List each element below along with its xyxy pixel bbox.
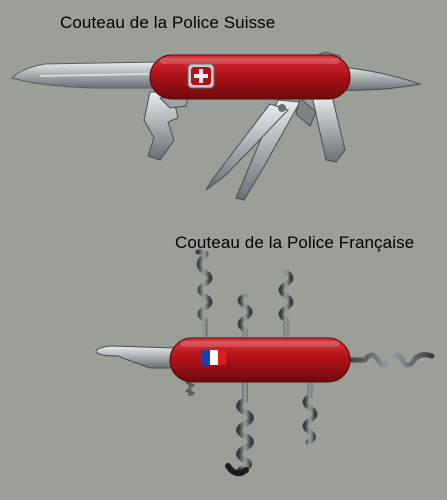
knives-photo <box>11 51 435 477</box>
corkscrew-right <box>347 352 435 368</box>
swiss-awl <box>311 95 346 163</box>
corkscrew-down-1 <box>236 377 254 473</box>
corkscrew-up-1 <box>195 249 213 338</box>
corkscrew-up-2 <box>237 293 253 343</box>
french-knife <box>95 249 435 477</box>
corkscrew-down-2 <box>302 375 318 445</box>
french-flag-icon <box>202 350 226 365</box>
corkscrew-up-3 <box>278 269 294 338</box>
french-bottle-opener <box>95 345 176 369</box>
cross-shield-icon <box>187 63 215 89</box>
swiss-scissors <box>205 99 301 201</box>
swiss-knife <box>11 51 422 201</box>
